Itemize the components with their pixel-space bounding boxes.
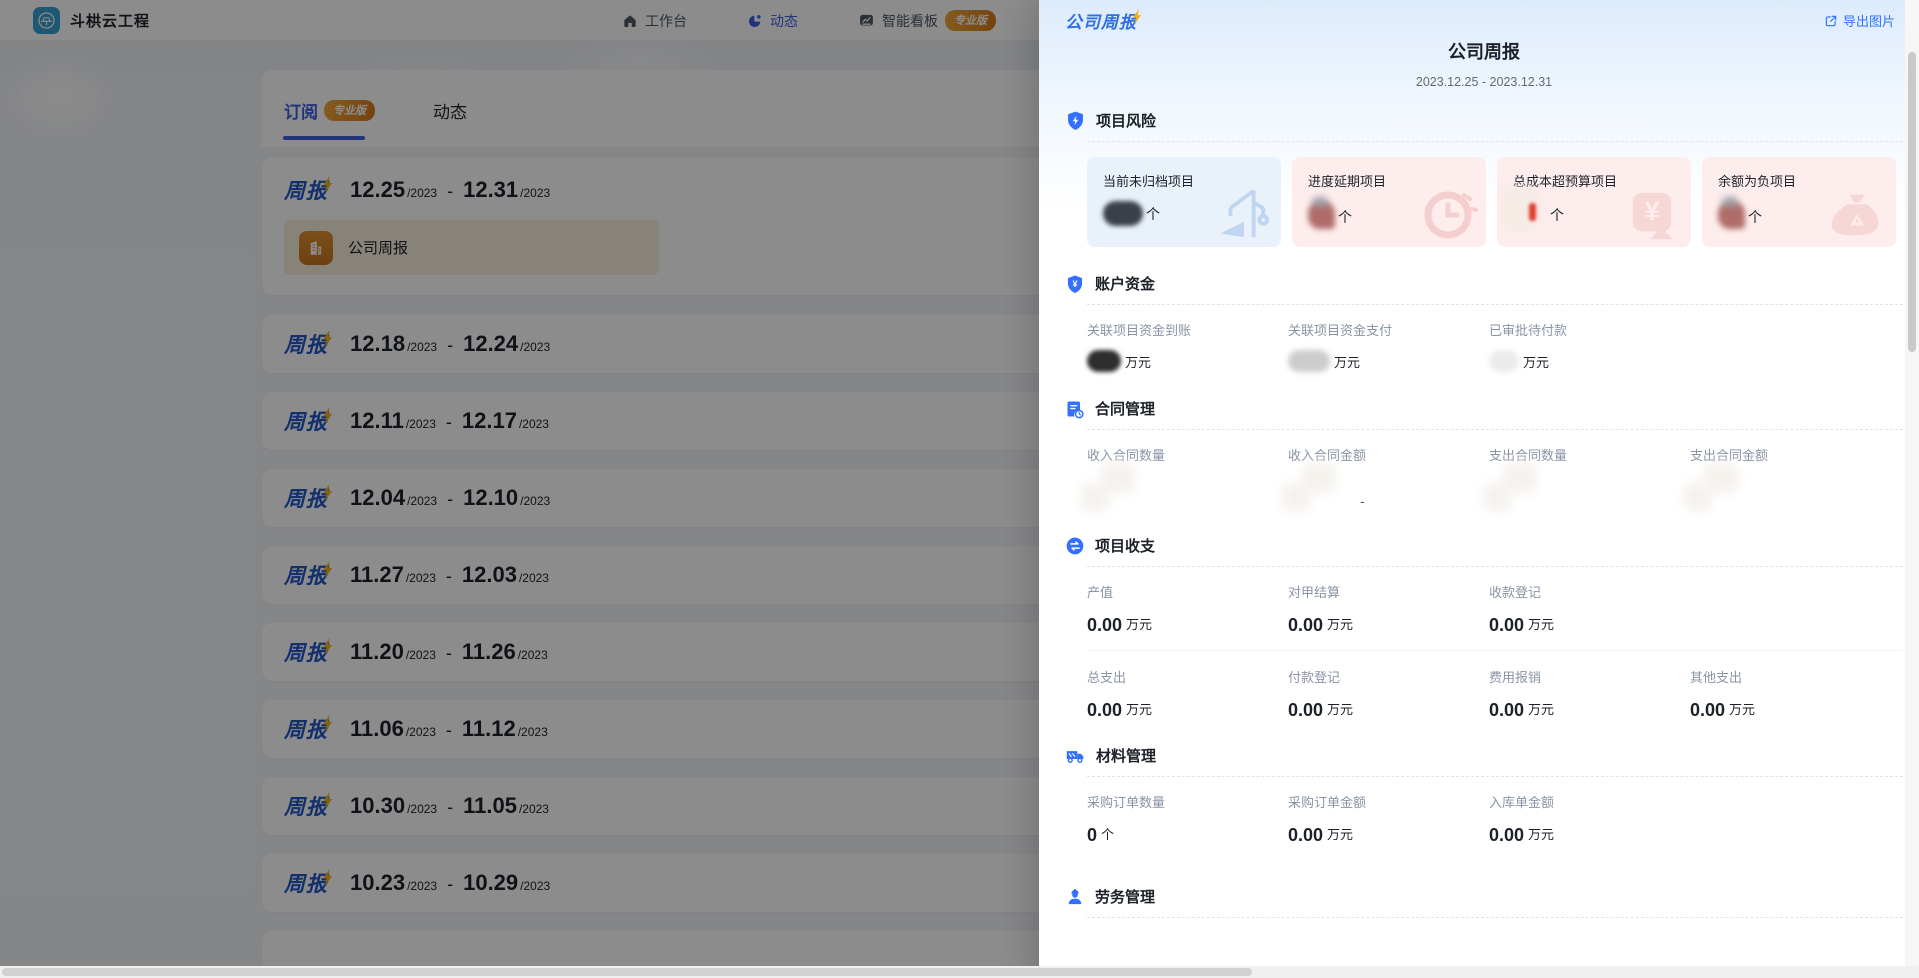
worker-icon (1065, 887, 1085, 907)
horizontal-scrollbar[interactable] (0, 966, 1919, 978)
company-weekly-report-drawer: 公司周报 导出图片 公司周报 2023.12.25 - 2023.12.31 项… (1039, 0, 1919, 978)
scrollbar-thumb[interactable] (2, 968, 1252, 976)
stat-other-expense: 其他支出 0.00万元 (1690, 667, 1891, 719)
stat-receipt-register: 收款登记 0.00万元 (1489, 582, 1690, 634)
stat-owner-settlement: 对甲结算 0.00万元 (1288, 582, 1489, 634)
stat-funds-received: 关联项目资金到账 万元 (1087, 320, 1288, 372)
scrollbar-thumb[interactable] (1908, 52, 1916, 352)
risk-card-delayed[interactable]: 进度延期项目 个 (1292, 157, 1486, 247)
divider (1087, 566, 1903, 567)
risk-card-unarchived[interactable]: 当前未归档项目 个 (1087, 157, 1281, 247)
redacted-value (1718, 201, 1745, 229)
section-contract-management: 合同管理 收入合同数量 收入合同金额 - (1065, 398, 1903, 509)
risk-card-over-budget[interactable]: 总成本超预算项目 个 ¥ (1497, 157, 1691, 247)
redacted-value (1690, 469, 1746, 509)
app-window: 斗栱云工程 工作台 动态 智能看板 专业版 订阅 (0, 0, 1919, 978)
stat-output-value: 产值 0.00万元 (1087, 582, 1288, 634)
drawer-date-range: 2023.12.25 - 2023.12.31 (1065, 75, 1903, 89)
divider (1087, 304, 1903, 305)
stat-expense-contract-count: 支出合同数量 (1489, 445, 1690, 509)
stat-expense-contract-amount: 支出合同金额 (1690, 445, 1891, 509)
divider (1087, 141, 1903, 142)
divider (1087, 650, 1903, 651)
divider (1087, 917, 1903, 918)
shield-bolt-icon (1065, 110, 1086, 131)
exchange-icon (1065, 536, 1085, 556)
redacted-value (1513, 193, 1547, 227)
stat-payment-register: 付款登记 0.00万元 (1288, 667, 1489, 719)
redacted-value (1288, 350, 1330, 372)
redacted-value (1308, 201, 1335, 229)
redacted-value (1288, 469, 1344, 509)
drawer-vertical-scrollbar[interactable] (1905, 0, 1919, 966)
redacted-value (1087, 350, 1121, 372)
section-labor-management: 劳务管理 (1065, 886, 1903, 918)
contract-icon (1065, 399, 1085, 419)
stat-income-contract-count: 收入合同数量 (1087, 445, 1288, 509)
section-material-management: 材料管理 采购订单数量 0个 采购订单金额 0.00万元 (1065, 745, 1903, 844)
truck-icon (1065, 745, 1086, 766)
redacted-value (1489, 350, 1519, 372)
stat-purchase-order-amount: 采购订单金额 0.00万元 (1288, 792, 1489, 844)
redacted-value (1489, 469, 1545, 509)
section-project-risk: 项目风险 当前未归档项目 个 进度延期项目 个 (1065, 110, 1903, 247)
shield-yuan-icon: ¥ (1065, 274, 1085, 294)
stat-funds-paid: 关联项目资金支付 万元 (1288, 320, 1489, 372)
section-project-income-expense: 项目收支 产值 0.00万元 对甲结算 0.00万元 (1065, 535, 1903, 719)
stat-expense-reimbursement: 费用报销 0.00万元 (1489, 667, 1690, 719)
section-account-funds: ¥ 账户资金 关联项目资金到账 万元 关联项目资金支付 万元 (1065, 273, 1903, 372)
redacted-value (1087, 469, 1143, 509)
redacted-value (1103, 201, 1143, 226)
stat-approved-pending: 已审批待付款 万元 (1489, 320, 1690, 372)
stat-purchase-order-count: 采购订单数量 0个 (1087, 792, 1288, 844)
stat-total-expense: 总支出 0.00万元 (1087, 667, 1288, 719)
stat-income-contract-amount: 收入合同金额 - (1288, 445, 1489, 509)
risk-card-negative-balance[interactable]: 余额为负项目 个 (1702, 157, 1896, 247)
stat-inbound-amount: 入库单金额 0.00万元 (1489, 792, 1690, 844)
drawer-title: 公司周报 (1065, 8, 1903, 64)
divider (1087, 429, 1903, 430)
divider (1087, 776, 1903, 777)
